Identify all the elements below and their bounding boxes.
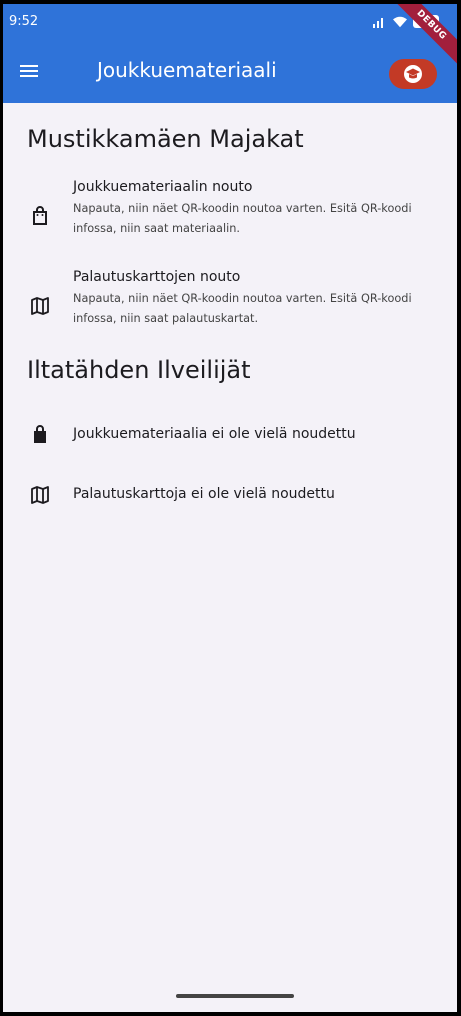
menu-icon[interactable] (18, 62, 40, 80)
map-outline-icon (31, 297, 49, 315)
phone-screen: 9:52 DEBUG Joukkuemateriaali Mustikkamäe… (3, 4, 457, 1012)
list-item-title: Palautuskarttoja ei ole vielä noudettu (73, 486, 335, 502)
home-indicator (176, 994, 294, 998)
list-item-map-pickup[interactable]: Palautuskarttojen nouto Napauta, niin nä… (3, 269, 457, 337)
list-item-material-pickup[interactable]: Joukkuemateriaalin nouto Napauta, niin n… (3, 179, 457, 247)
list-item-title: Joukkuemateriaalin nouto (73, 179, 253, 195)
shopping-bag-outline-icon (33, 206, 47, 225)
wifi-icon (393, 16, 407, 27)
graduation-cap-icon (404, 65, 422, 83)
list-item-title: Joukkuemateriaalia ei ole vielä noudettu (73, 426, 356, 442)
list-item-subtitle: Napauta, niin näet QR-koodin noutoa vart… (73, 292, 412, 325)
team-title: Mustikkamäen Majakat (27, 125, 304, 153)
team-switch-button[interactable] (389, 59, 437, 89)
map-outline-icon (31, 486, 49, 504)
list-item-map-status[interactable]: Palautuskarttoja ei ole vielä noudettu (3, 481, 457, 511)
app-bar: 9:52 DEBUG Joukkuemateriaali (3, 4, 457, 103)
status-time: 9:52 (9, 14, 39, 29)
list-item-title: Palautuskarttojen nouto (73, 269, 241, 285)
list-item-subtitle: Napauta, niin näet QR-koodin noutoa vart… (73, 202, 412, 235)
list-item-material-status[interactable]: Joukkuemateriaalia ei ole vielä noudettu (3, 421, 457, 451)
debug-banner: DEBUG (389, 4, 457, 67)
shopping-bag-filled-icon (34, 425, 46, 443)
signal-icon (373, 17, 383, 28)
page-title: Joukkuemateriaali (97, 58, 277, 82)
team-title: Iltatähden Ilveilijät (27, 356, 251, 384)
